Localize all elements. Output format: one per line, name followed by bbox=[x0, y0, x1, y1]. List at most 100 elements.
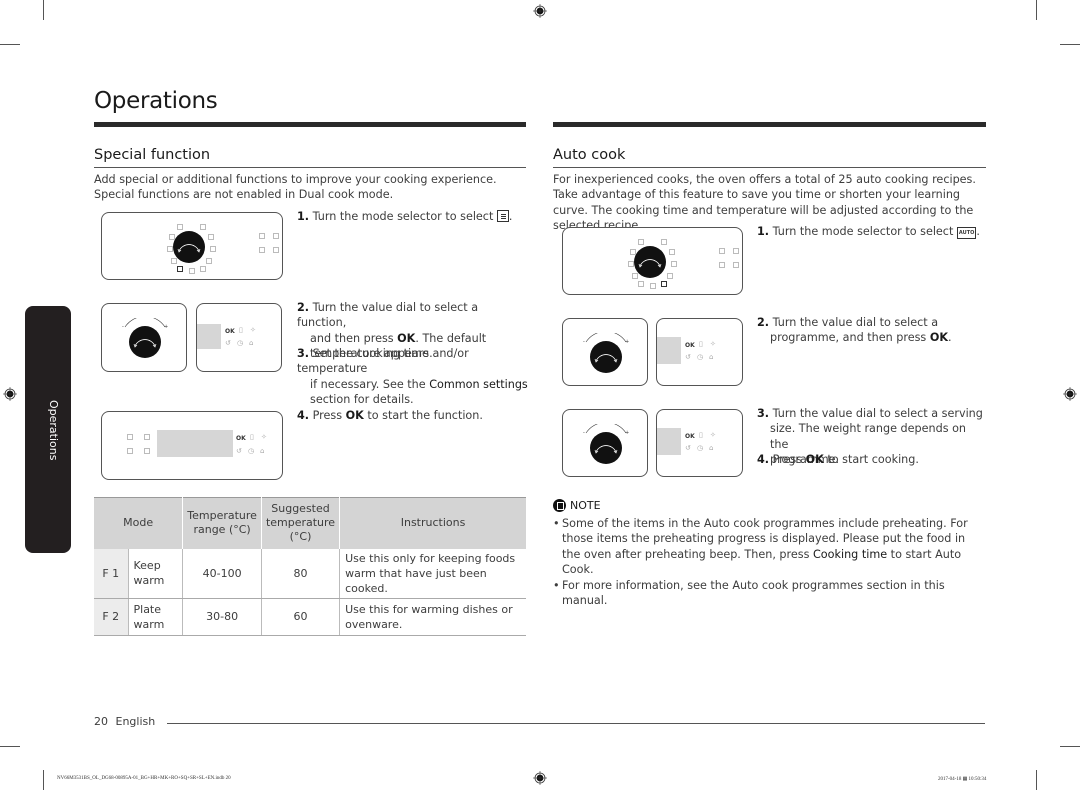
mode-selector-knob[interactable] bbox=[173, 231, 205, 263]
back-icon: ↺ bbox=[236, 447, 242, 455]
step-text: and then press bbox=[310, 331, 398, 345]
header-line: Suggested bbox=[271, 502, 330, 516]
auto-cook-heading: Auto cook bbox=[553, 147, 626, 163]
mode-icon bbox=[208, 234, 214, 240]
mode-selector-panel bbox=[562, 227, 743, 295]
panel-icon bbox=[273, 247, 279, 253]
registration-mark-icon bbox=[1063, 387, 1077, 401]
step-number: 3. bbox=[297, 347, 310, 360]
step-text: size. The weight range depends on the bbox=[770, 422, 967, 451]
note-item: Some of the items in the Auto cook progr… bbox=[553, 516, 983, 578]
auto-step-4: 4. Press OK to start cooking. bbox=[757, 452, 919, 467]
mode-icon bbox=[177, 224, 183, 230]
special-function-mode-icon bbox=[177, 266, 183, 272]
step-text: Turn the value dial to select a bbox=[772, 316, 939, 329]
title-bar-right bbox=[553, 122, 986, 127]
ok-button[interactable]: OK bbox=[685, 342, 695, 349]
clock-icon: ◷ bbox=[248, 447, 255, 455]
display-screen bbox=[657, 337, 681, 364]
mode-icon bbox=[171, 258, 177, 264]
step-number: 4. bbox=[757, 453, 770, 466]
thermometer-icon: ▯ bbox=[250, 433, 254, 441]
header-mode: Mode bbox=[94, 497, 184, 549]
dial-arc-icon: - + bbox=[583, 424, 629, 434]
value-dial-panel: - + bbox=[562, 318, 648, 386]
print-file-info: NV66M3531BS_OL_DG68-00895A-01_BG+HR+MK+R… bbox=[57, 776, 231, 781]
step-text: Turn the value dial to select a function… bbox=[297, 301, 479, 330]
footer-rule bbox=[167, 723, 985, 724]
step-text: Turn the mode selector to select bbox=[772, 225, 954, 238]
svg-text:-: - bbox=[583, 430, 585, 434]
panel-icon bbox=[127, 434, 133, 440]
note-list: Some of the items in the Auto cook progr… bbox=[553, 516, 983, 608]
step-number: 2. bbox=[757, 316, 770, 329]
mode-code: F 1 bbox=[94, 548, 129, 599]
crop-mark bbox=[1036, 0, 1037, 20]
mode-name: Keep warm bbox=[128, 548, 184, 599]
panel-icon bbox=[127, 448, 133, 454]
mode-icon bbox=[671, 261, 677, 267]
svg-text:-: - bbox=[122, 324, 124, 328]
ok-button[interactable]: OK bbox=[685, 433, 695, 440]
ok-emphasis: OK bbox=[805, 453, 824, 466]
back-icon: ↺ bbox=[685, 353, 691, 361]
cooking-time-emphasis: Cooking time bbox=[813, 547, 888, 561]
panel-icon bbox=[733, 262, 739, 268]
mode-icon bbox=[167, 246, 173, 252]
special-function-intro: Add special or additional functions to i… bbox=[94, 173, 497, 202]
step-text: to start cooking. bbox=[823, 453, 919, 466]
thermometer-icon: ▯ bbox=[699, 340, 703, 348]
value-dial-knob[interactable] bbox=[129, 326, 161, 358]
display-panel: OK ▯ ✧ ↺ ◷ ⌂ bbox=[656, 409, 743, 477]
mode-icon bbox=[661, 239, 667, 245]
clock-icon: ◷ bbox=[697, 353, 704, 361]
step-text: programme, and then press bbox=[770, 331, 930, 345]
ok-emphasis: OK bbox=[929, 331, 948, 345]
auto-mode-icon bbox=[661, 281, 667, 287]
page-title: Operations bbox=[94, 88, 218, 114]
special-step-4: 4. Press OK to start the function. bbox=[297, 408, 483, 423]
back-icon: ↺ bbox=[225, 339, 231, 347]
section-rule bbox=[553, 167, 986, 168]
step-text: if necessary. See the bbox=[310, 377, 430, 391]
light-icon: ✧ bbox=[710, 431, 716, 439]
value-dial-panel: - + bbox=[101, 303, 187, 372]
common-settings-link[interactable]: Common settings bbox=[429, 378, 528, 391]
value-dial-knob[interactable] bbox=[590, 341, 622, 373]
step-number: 1. bbox=[297, 210, 310, 223]
step-text: Turn the mode selector to select bbox=[312, 210, 494, 223]
ok-button[interactable]: OK bbox=[225, 328, 235, 335]
step-number: 2. bbox=[297, 301, 310, 314]
header-suggested-temperature: Suggested temperature (°C) bbox=[261, 497, 341, 549]
note-label: NOTE bbox=[570, 499, 601, 512]
step-text: Set the cooking time and/or temperature bbox=[297, 347, 469, 376]
page-footer: 20 English bbox=[94, 715, 155, 728]
auto-step-2: 2. Turn the value dial to select a progr… bbox=[757, 315, 987, 346]
mode-code: F 2 bbox=[94, 598, 129, 636]
step-text: Turn the value dial to select a serving bbox=[772, 407, 983, 420]
step-number: 3. bbox=[757, 407, 770, 420]
value-dial-knob[interactable] bbox=[590, 432, 622, 464]
panel-icon bbox=[259, 247, 265, 253]
ok-button[interactable]: OK bbox=[236, 435, 246, 442]
mode-selector-knob[interactable] bbox=[634, 246, 666, 278]
step-text: Press bbox=[772, 453, 806, 466]
note-item: For more information, see the Auto cook … bbox=[553, 578, 983, 609]
mode-icon bbox=[669, 249, 675, 255]
mode-icon bbox=[638, 239, 644, 245]
crop-mark bbox=[0, 44, 20, 45]
panel-icon bbox=[273, 233, 279, 239]
section-rule bbox=[94, 167, 526, 168]
special-function-heading: Special function bbox=[94, 147, 211, 163]
thermometer-icon: ▯ bbox=[699, 431, 703, 439]
header-instructions: Instructions bbox=[339, 497, 526, 549]
display-panel: OK ▯ ✧ ↺ ◷ ⌂ bbox=[196, 303, 282, 372]
panel-icon bbox=[259, 233, 265, 239]
value-dial-panel: - + bbox=[562, 409, 648, 477]
svg-text:-: - bbox=[583, 339, 585, 343]
crop-mark bbox=[1036, 770, 1037, 790]
special-function-table: Mode Temperature range (°C) Suggested temp… bbox=[94, 497, 526, 636]
clock-icon: ◷ bbox=[697, 444, 704, 452]
panel-icon bbox=[719, 248, 725, 254]
mode-icon bbox=[189, 268, 195, 274]
